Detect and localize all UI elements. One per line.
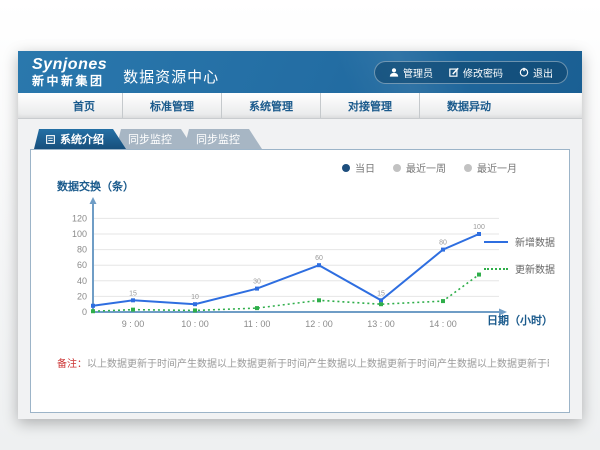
data-point-label: 10 <box>191 294 199 301</box>
y-tick-label: 120 <box>72 213 87 223</box>
tab-2[interactable]: 同步监控 <box>184 129 262 149</box>
y-tick-label: 60 <box>77 260 87 270</box>
radio-icon <box>464 164 472 172</box>
change-password-button[interactable]: 修改密码 <box>449 65 503 80</box>
app-window: Synjones 新中新集团 数据资源中心 管理员 修改密码 退出 <box>18 51 582 419</box>
data-point <box>379 302 383 306</box>
tab-label: 同步监控 <box>196 131 240 147</box>
data-point-label: 60 <box>315 255 323 262</box>
data-point <box>91 309 95 313</box>
data-point <box>477 273 481 277</box>
tab-0[interactable]: 系统介绍 <box>34 129 126 149</box>
data-point-label: 15 <box>377 290 385 297</box>
line-chart: 0 20 40 60 80 100 120 9 : 00 10 : 00 11 : 00 12 : … <box>59 194 529 334</box>
legend-swatch <box>484 241 508 243</box>
current-user-label: 管理员 <box>403 65 433 80</box>
current-user-button[interactable]: 管理员 <box>389 65 433 80</box>
data-point-label: 30 <box>253 279 261 286</box>
data-point <box>255 306 259 310</box>
x-tick-label: 13 : 00 <box>367 319 395 329</box>
range-filter: 当日 最近一周 最近一月 <box>342 160 517 175</box>
legend-label: 更新数据 <box>515 261 555 276</box>
y-axis-arrow-icon <box>90 197 97 204</box>
x-tick-label: 14 : 00 <box>429 319 457 329</box>
data-point-label: 80 <box>439 240 447 247</box>
logout-label: 退出 <box>533 65 553 80</box>
nav-item-0[interactable]: 首页 <box>46 93 122 118</box>
data-point <box>317 263 321 267</box>
range-option-1[interactable]: 最近一周 <box>393 160 446 175</box>
data-point <box>317 298 321 302</box>
legend-label: 新增数据 <box>515 234 555 249</box>
range-option-2[interactable]: 最近一月 <box>464 160 517 175</box>
tab-bar: 系统介绍 同步监控 同步监控 <box>34 129 570 149</box>
power-icon <box>519 67 529 77</box>
data-point <box>441 299 445 303</box>
range-option-label: 最近一周 <box>406 160 446 175</box>
y-tick-label: 0 <box>82 307 87 317</box>
company-logo: Synjones 新中新集团 <box>32 57 107 87</box>
tab-1[interactable]: 同步监控 <box>116 129 194 149</box>
data-point <box>131 308 135 312</box>
series-line-1 <box>93 275 479 312</box>
legend-swatch <box>484 268 508 270</box>
legend-item-1[interactable]: 更新数据 <box>484 261 555 276</box>
nav-item-1[interactable]: 标准管理 <box>122 93 221 118</box>
logo-text-cn: 新中新集团 <box>32 75 107 87</box>
chart-panel: 当日 最近一周 最近一月 数据交换（条） 0 20 40 60 80 100 120 9 : 00… <box>30 149 570 413</box>
data-point <box>255 287 259 291</box>
data-point <box>379 298 383 302</box>
data-point-label: 100 <box>473 224 485 231</box>
x-tick-label: 9 : 00 <box>122 319 145 329</box>
radio-icon <box>393 164 401 172</box>
user-toolbar: 管理员 修改密码 退出 <box>374 61 568 84</box>
y-tick-label: 80 <box>77 245 87 255</box>
footnote-text: 以上数据更新于时间产生数据以上数据更新于时间产生数据以上数据更新于时间产生数据以… <box>87 359 549 370</box>
page-title: 数据资源中心 <box>123 66 219 87</box>
chart-canvas: 0 20 40 60 80 100 120 9 : 00 10 : 00 11 : 00 12 : … <box>59 194 529 334</box>
range-option-label: 最近一月 <box>477 160 517 175</box>
x-tick-label: 10 : 00 <box>181 319 209 329</box>
main-nav: 首页标准管理系统管理对接管理数据异动 <box>18 93 582 119</box>
logo-text-en: Synjones <box>32 57 107 73</box>
radio-icon <box>342 164 350 172</box>
range-option-label: 当日 <box>355 160 375 175</box>
change-password-label: 修改密码 <box>463 65 503 80</box>
edit-icon <box>449 67 459 77</box>
x-tick-label: 11 : 00 <box>244 319 271 329</box>
data-point <box>91 304 95 308</box>
data-point <box>193 308 197 312</box>
y-tick-label: 20 <box>77 291 87 301</box>
x-axis-title: 日期（小时） <box>487 312 553 328</box>
tab-label: 同步监控 <box>128 131 172 147</box>
nav-item-4[interactable]: 数据异动 <box>419 93 518 118</box>
data-point <box>441 248 445 252</box>
logout-button[interactable]: 退出 <box>519 65 553 80</box>
user-icon <box>389 67 399 78</box>
footnote-prefix: 备注： <box>57 359 87 370</box>
y-axis-title: 数据交换（条） <box>57 178 134 194</box>
y-tick-label: 100 <box>72 229 87 239</box>
legend-item-0[interactable]: 新增数据 <box>484 234 555 249</box>
tab-icon <box>46 135 55 144</box>
data-point <box>131 298 135 302</box>
content-area: 系统介绍 同步监控 同步监控 当日 最近一周 最近一月 数据交换（条） 0 20 40 60 8… <box>18 119 582 413</box>
data-point <box>477 232 481 236</box>
chart-legend: 新增数据更新数据 <box>484 234 555 276</box>
x-tick-label: 12 : 00 <box>305 319 333 329</box>
nav-item-2[interactable]: 系统管理 <box>221 93 320 118</box>
app-header: Synjones 新中新集团 数据资源中心 管理员 修改密码 退出 <box>18 51 582 93</box>
data-point <box>193 302 197 306</box>
range-option-0[interactable]: 当日 <box>342 160 375 175</box>
footnote: 备注：以上数据更新于时间产生数据以上数据更新于时间产生数据以上数据更新于时间产生… <box>57 355 549 370</box>
y-tick-label: 40 <box>77 276 87 286</box>
series-line-0 <box>93 234 479 306</box>
data-point-label: 15 <box>129 290 137 297</box>
nav-item-3[interactable]: 对接管理 <box>320 93 419 118</box>
tab-label: 系统介绍 <box>60 131 104 147</box>
